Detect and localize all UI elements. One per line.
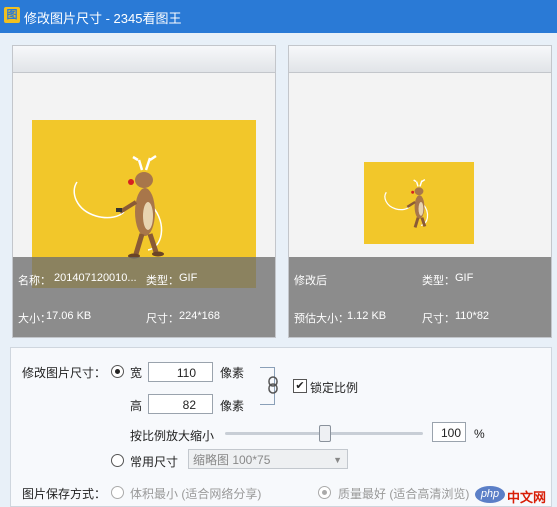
type-label: 类型：	[146, 275, 179, 287]
size-value: 17.06 KB	[46, 310, 92, 322]
dims-label: 尺寸：	[146, 313, 179, 325]
modified-panel-header	[289, 46, 551, 73]
chain-link-icon[interactable]	[268, 376, 278, 394]
save-small-radio[interactable]	[111, 486, 124, 499]
modified-preview-panel: 修改后 类型： GIF 预估大小： 1.12 KB 尺寸： 110*82	[288, 45, 552, 338]
title-bar: 图 修改图片尺寸 - 2345看图王	[0, 0, 557, 33]
original-panel-header	[13, 46, 275, 73]
common-size-select[interactable]: 缩略图 100*75 ▼	[188, 449, 348, 469]
width-input[interactable]: 110	[148, 362, 213, 382]
lock-ratio-checkbox[interactable]: ✔	[293, 379, 307, 393]
scale-unit: %	[474, 427, 485, 441]
app-icon: 图	[4, 7, 20, 23]
scale-slider-thumb[interactable]	[319, 425, 331, 442]
scale-input[interactable]: 100	[432, 422, 466, 442]
width-label: 宽	[130, 366, 143, 380]
common-size-value: 缩略图 100*75	[193, 453, 271, 467]
est-size-label: 预估大小：	[294, 313, 349, 325]
width-unit: 像素	[220, 366, 245, 380]
deer-illustration-small	[384, 178, 429, 228]
save-quality-radio[interactable]	[318, 486, 331, 499]
dims-value: 224*168	[179, 310, 220, 322]
type-label: 类型：	[422, 275, 455, 287]
dims-value: 110*82	[455, 310, 490, 322]
custom-size-radio[interactable]	[111, 365, 124, 378]
type-value: GIF	[455, 272, 474, 284]
chevron-down-icon: ▼	[333, 455, 342, 465]
common-size-label: 常用尺寸	[130, 455, 179, 469]
settings-panel: 修改图片尺寸： 宽 110 像素 高 82 像素 ✔ 锁定比例 按比例放大缩小 …	[10, 347, 552, 507]
modified-panel-body: 修改后 类型： GIF 预估大小： 1.12 KB 尺寸： 110*82	[289, 73, 551, 337]
window-title: 修改图片尺寸 - 2345看图王	[24, 11, 182, 26]
php-logo: php	[475, 486, 505, 503]
name-value: 201407120010...	[54, 272, 137, 284]
common-size-radio[interactable]	[111, 454, 124, 467]
modified-title: 修改后	[294, 275, 327, 287]
save-mode-label: 图片保存方式：	[22, 487, 107, 501]
height-input[interactable]: 82	[148, 394, 213, 414]
site-watermark: php 中文网	[475, 485, 557, 505]
name-label: 名称：	[18, 275, 51, 287]
lock-ratio-label: 锁定比例	[310, 381, 359, 395]
height-unit: 像素	[220, 399, 245, 413]
original-preview-panel: 名称： 201407120010... 类型： GIF 大小： 17.06 KB…	[12, 45, 276, 338]
watermark-text: 中文网	[507, 490, 547, 505]
modify-size-label: 修改图片尺寸：	[22, 366, 107, 380]
scale-label: 按比例放大缩小	[130, 429, 215, 443]
est-size-value: 1.12 KB	[347, 310, 387, 322]
dims-label: 尺寸：	[422, 313, 455, 325]
original-panel-body: 名称： 201407120010... 类型： GIF 大小： 17.06 KB…	[13, 73, 275, 337]
original-info-overlay: 名称： 201407120010... 类型： GIF 大小： 17.06 KB…	[13, 257, 275, 337]
type-value: GIF	[179, 272, 198, 284]
modified-image	[364, 162, 474, 244]
modified-info-overlay: 修改后 类型： GIF 预估大小： 1.12 KB 尺寸： 110*82	[289, 257, 551, 337]
save-small-label: 体积最小 (适合网络分享)	[130, 487, 262, 501]
save-quality-label: 质量最好 (适合高清浏览)	[338, 487, 470, 501]
height-label: 高	[130, 399, 143, 413]
